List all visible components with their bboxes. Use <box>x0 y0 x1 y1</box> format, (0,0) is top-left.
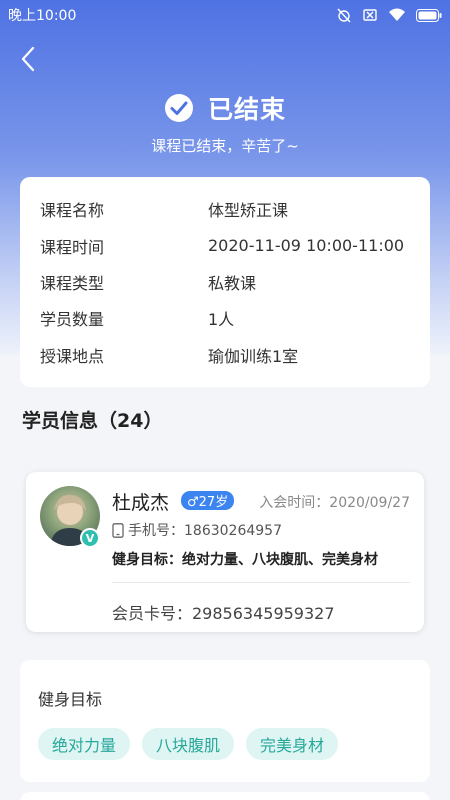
fitness-goals-title: 健身目标 <box>38 690 103 709</box>
info-value: 2020-11-09 10:00-11:00 <box>208 236 405 256</box>
verified-badge: V <box>80 528 100 548</box>
info-value: 私教课 <box>208 273 257 293</box>
join-time: 入会时间：2020/09/27 <box>259 495 410 511</box>
info-row-student-count: 学员数量 1人 <box>40 300 410 336</box>
goal-tags: 绝对力量 八块腹肌 完美身材 <box>38 728 412 760</box>
student-card[interactable]: V 杜成杰 ♂27岁 入会时间：2020/09/27 手机号：186302649… <box>26 472 424 632</box>
phone-icon <box>112 522 124 538</box>
back-button[interactable] <box>14 44 42 74</box>
info-row-course-time: 课程时间 2020-11-09 10:00-11:00 <box>40 227 410 263</box>
goal-tag: 完美身材 <box>246 728 339 760</box>
status-time: 晚上10:00 <box>8 8 77 24</box>
status-bar: 晚上10:00 <box>0 0 450 30</box>
check-circle-icon <box>164 94 193 122</box>
student-name: 杜成杰 <box>112 492 170 514</box>
state-subtitle: 课程已结束，辛苦了~ <box>151 137 299 155</box>
status-icons <box>336 7 442 23</box>
info-label: 学员数量 <box>40 310 105 330</box>
info-label: 课程时间 <box>40 237 105 257</box>
info-row-course-name: 课程名称 体型矫正课 <box>40 191 410 227</box>
phone-number: 手机号：18630264957 <box>128 523 282 539</box>
state-title: 已结束 <box>207 95 286 124</box>
info-label: 课程类型 <box>40 273 105 293</box>
alarm-off-icon <box>337 8 351 23</box>
goal-tag: 八块腹肌 <box>142 728 235 760</box>
info-row-location: 授课地点 瑜伽训练1室 <box>40 337 410 373</box>
info-label: 授课地点 <box>40 346 105 366</box>
fitness-goals-card: 健身目标 绝对力量 八块腹肌 完美身材 <box>20 660 430 782</box>
gender-age-badge: ♂27岁 <box>181 491 235 510</box>
student-fitness-goal: 健身目标：绝对力量、八块腹肌、完美身材 <box>112 552 378 568</box>
info-label: 课程名称 <box>40 201 105 221</box>
chevron-left-icon <box>21 46 35 72</box>
course-info-card: 课程名称 体型矫正课 课程时间 2020-11-09 10:00-11:00 课… <box>20 177 430 387</box>
notification-off-icon <box>363 9 377 21</box>
member-card-number: 会员卡号：29856345959327 <box>112 604 335 623</box>
next-card-partial <box>20 792 430 800</box>
goal-tag: 绝对力量 <box>38 728 131 760</box>
info-value: 1人 <box>208 310 235 330</box>
course-state: 已结束 <box>0 90 450 126</box>
battery-icon <box>416 8 442 22</box>
info-value: 体型矫正课 <box>208 201 289 221</box>
info-value: 瑜伽训练1室 <box>208 346 299 366</box>
students-section-title: 学员信息（24） <box>22 410 163 432</box>
wifi-icon <box>389 8 405 21</box>
phone-row: 手机号：18630264957 <box>112 520 282 540</box>
info-row-course-type: 课程类型 私教课 <box>40 264 410 300</box>
divider <box>112 582 410 583</box>
